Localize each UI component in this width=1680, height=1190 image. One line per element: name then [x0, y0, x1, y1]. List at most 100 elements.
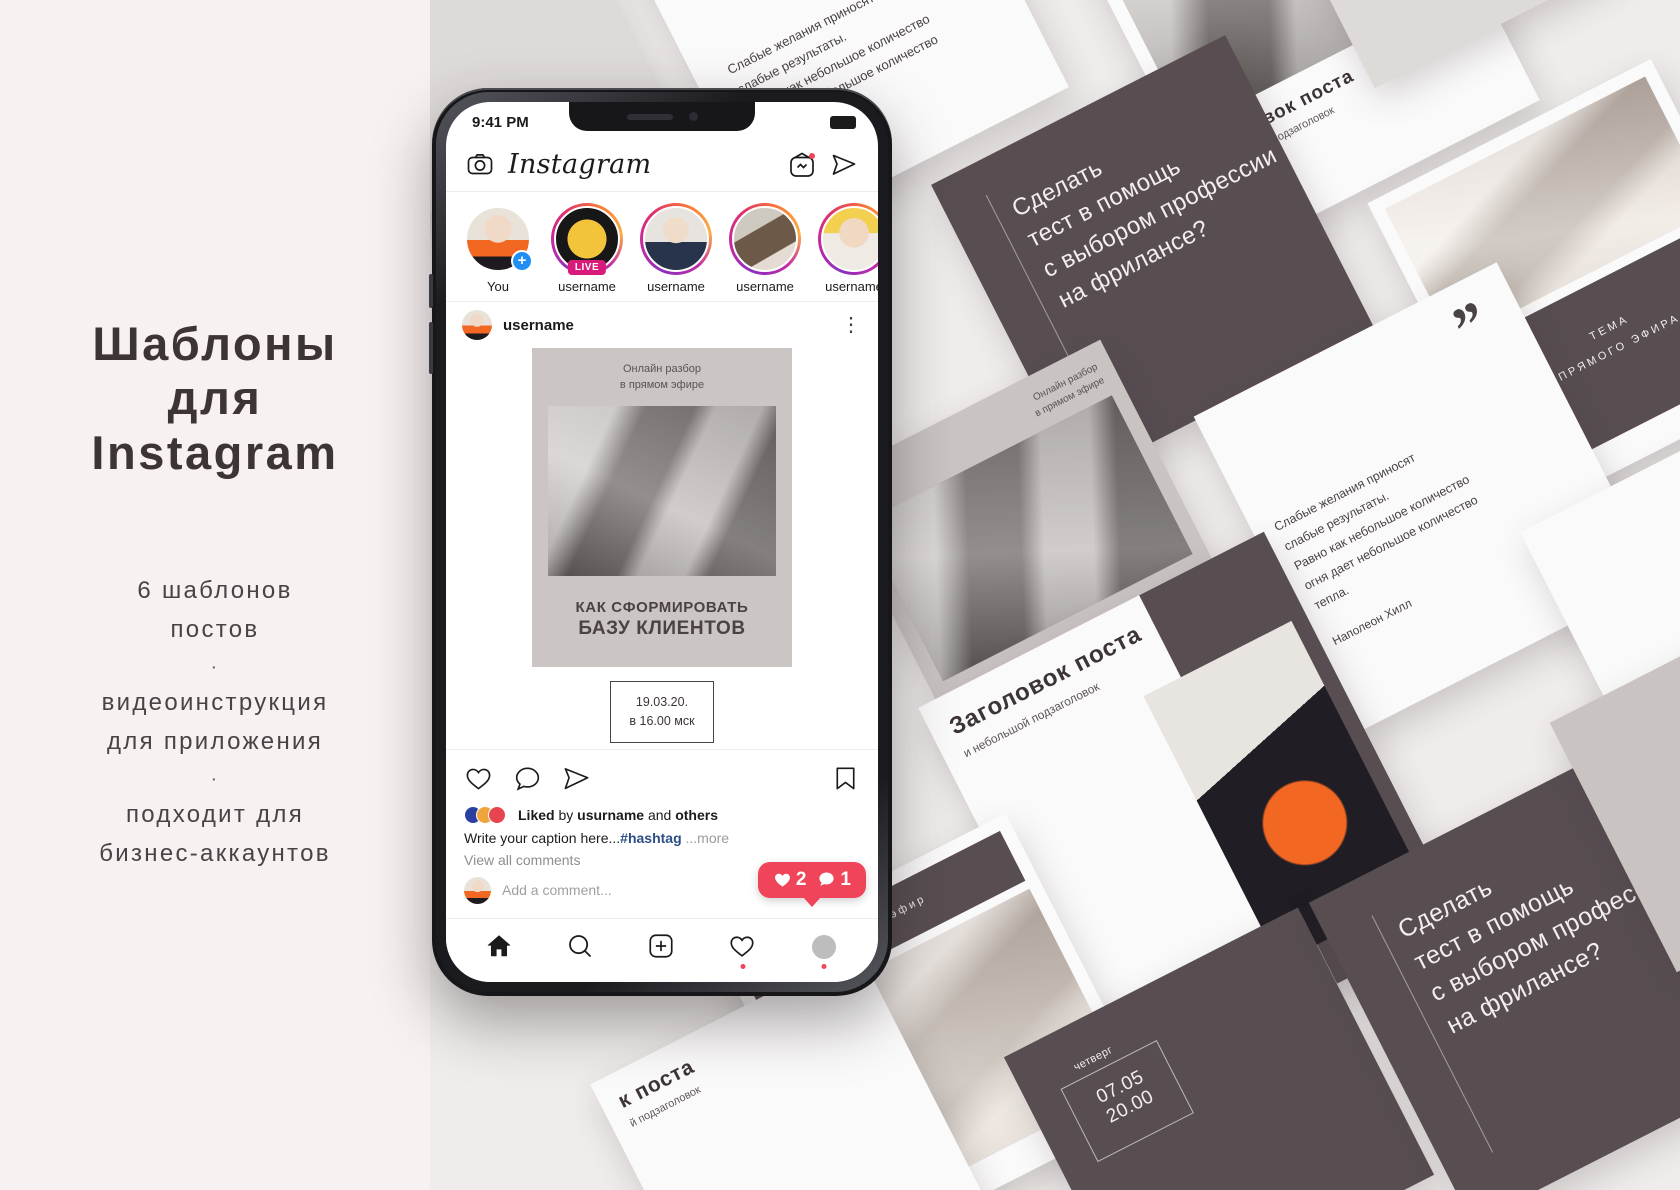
- home-icon[interactable]: [485, 932, 515, 962]
- avatar: [464, 876, 491, 904]
- add-comment-input[interactable]: Add a comment...: [502, 882, 612, 898]
- caption-text: Write your caption here...: [464, 829, 621, 846]
- template-kicker-line2: в прямом эфире: [619, 378, 705, 391]
- story-label: username: [558, 279, 616, 294]
- likes-by: by: [558, 806, 574, 823]
- add-post-icon[interactable]: [647, 932, 677, 962]
- search-icon[interactable]: [566, 932, 596, 962]
- story-label: username: [825, 279, 878, 294]
- promo-feature: видеоинструкция: [101, 688, 329, 716]
- avatar: [732, 206, 798, 272]
- heart-icon[interactable]: [464, 764, 493, 798]
- post-actions: [446, 748, 878, 806]
- likes-user: usurname: [577, 806, 645, 823]
- phone-screen: 9:41 PM Instagram + You LIVE username us…: [446, 102, 878, 982]
- date-line2: в 16.00 мск: [629, 714, 695, 729]
- liked-by-text[interactable]: Liked by usurname and others: [518, 807, 718, 823]
- bookmark-icon[interactable]: [831, 764, 860, 798]
- story-label: You: [487, 279, 509, 294]
- template-title-line1: КАК СФОРМИРОВАТЬ: [575, 598, 749, 616]
- status-bar: 9:41 PM: [446, 102, 878, 138]
- template-photo: [548, 405, 776, 576]
- igtv-icon[interactable]: [788, 151, 816, 179]
- promo-feature: бизнес-аккаунтов: [99, 839, 331, 867]
- promo-title-line: для: [167, 371, 263, 425]
- camera-icon[interactable]: [466, 151, 494, 179]
- promo-separator: ·: [210, 655, 220, 678]
- activity-heart-icon[interactable]: [728, 932, 758, 969]
- quote-mark-icon: ”: [1442, 288, 1500, 361]
- card-subtitle: й подзаголовок: [628, 1083, 703, 1130]
- phone-mockup: 9:41 PM Instagram + You LIVE username us…: [429, 88, 892, 996]
- story-item-you[interactable]: + You: [460, 203, 536, 294]
- likes-row: Liked by usurname and others: [446, 805, 878, 826]
- add-comment-row[interactable]: Add a comment... 2 1: [446, 861, 878, 914]
- instagram-wordmark: Instagram: [508, 149, 652, 180]
- direct-message-icon[interactable]: [830, 151, 858, 179]
- bubble-comments-count: 1: [840, 868, 851, 890]
- more-options-icon[interactable]: ⋮: [841, 315, 862, 335]
- live-badge: LIVE: [567, 260, 607, 275]
- comment-icon: [819, 872, 835, 887]
- instagram-header: Instagram: [446, 138, 878, 192]
- bottom-tab-bar[interactable]: [446, 918, 878, 982]
- story-item-2[interactable]: username: [638, 203, 714, 294]
- promo-feature: 6 шаблонов: [137, 577, 293, 605]
- stories-tray[interactable]: + You LIVE username username username us…: [446, 192, 878, 302]
- front-camera-icon: [688, 112, 698, 121]
- story-ring: [729, 203, 801, 275]
- volume-down-button[interactable]: [429, 322, 433, 374]
- promo-separator: ·: [210, 767, 220, 790]
- promo-feature: постов: [170, 616, 260, 644]
- story-label: username: [736, 279, 794, 294]
- profile-avatar-icon[interactable]: [809, 932, 839, 969]
- bubble-comments: 1: [817, 869, 851, 891]
- likes-and: and: [647, 806, 672, 823]
- promo-feature: подходит для: [125, 800, 305, 828]
- heart-icon: [774, 874, 790, 887]
- story-ring: [640, 203, 712, 275]
- likes-others: others: [675, 806, 719, 823]
- post-caption[interactable]: Write your caption here...#hashtag ...mo…: [446, 826, 878, 846]
- caption-hashtag[interactable]: #hashtag: [620, 830, 681, 846]
- avatar: [821, 206, 878, 272]
- date-badge: 19.03.20. в 16.00 мск: [610, 681, 714, 743]
- likes-prefix: Liked: [518, 806, 555, 823]
- liked-by-avatars: [464, 805, 508, 824]
- post-template-card: Онлайн разбор в прямом эфире КАК СФОРМИР…: [532, 348, 792, 668]
- battery-icon: [830, 115, 856, 129]
- story-label: username: [647, 279, 705, 294]
- volume-up-button[interactable]: [429, 274, 433, 308]
- story-item-3[interactable]: username: [727, 203, 803, 294]
- profile-badge-dot: [821, 963, 827, 969]
- post-username[interactable]: username: [503, 317, 830, 334]
- promo-panel: Шаблоны для Instagram 6 шаблонов постов …: [0, 0, 430, 1190]
- add-story-button[interactable]: +: [511, 250, 533, 272]
- template-kicker: Онлайн разбор в прямом эфире: [544, 362, 780, 394]
- caption-more-link[interactable]: ...more: [686, 830, 730, 846]
- activity-badge-dot: [740, 963, 746, 969]
- avatar[interactable]: [462, 310, 492, 340]
- comment-icon[interactable]: [513, 764, 542, 798]
- bubble-likes-count: 2: [795, 868, 807, 890]
- share-icon[interactable]: [562, 764, 591, 798]
- post-header: username ⋮: [446, 302, 878, 348]
- promo-title-line: Шаблоны: [92, 316, 338, 370]
- status-time: 9:41 PM: [472, 113, 529, 131]
- speaker-grille-icon: [626, 113, 673, 120]
- template-title: КАК СФОРМИРОВАТЬ БАЗУ КЛИЕНТОВ: [544, 598, 780, 642]
- avatar: [811, 934, 836, 959]
- page-title: Шаблоны для Instagram: [91, 317, 338, 481]
- template-kicker-line1: Онлайн разбор: [622, 363, 701, 375]
- notch: [569, 102, 755, 131]
- promo-title-line: Instagram: [91, 425, 339, 479]
- promo-feature: для приложения: [106, 727, 324, 755]
- promo-feature-list: 6 шаблонов постов · видеоинструкция для …: [99, 572, 331, 873]
- avatar: [643, 206, 709, 272]
- story-item-4[interactable]: username: [816, 203, 878, 294]
- bubble-likes: 2: [773, 868, 807, 891]
- story-item-live[interactable]: LIVE username: [549, 203, 625, 294]
- post-media[interactable]: Онлайн разбор в прямом эфире КАК СФОРМИР…: [446, 348, 878, 749]
- template-title-line2: БАЗУ КЛИЕНТОВ: [578, 618, 746, 640]
- notification-bubble: 2 1: [757, 861, 866, 898]
